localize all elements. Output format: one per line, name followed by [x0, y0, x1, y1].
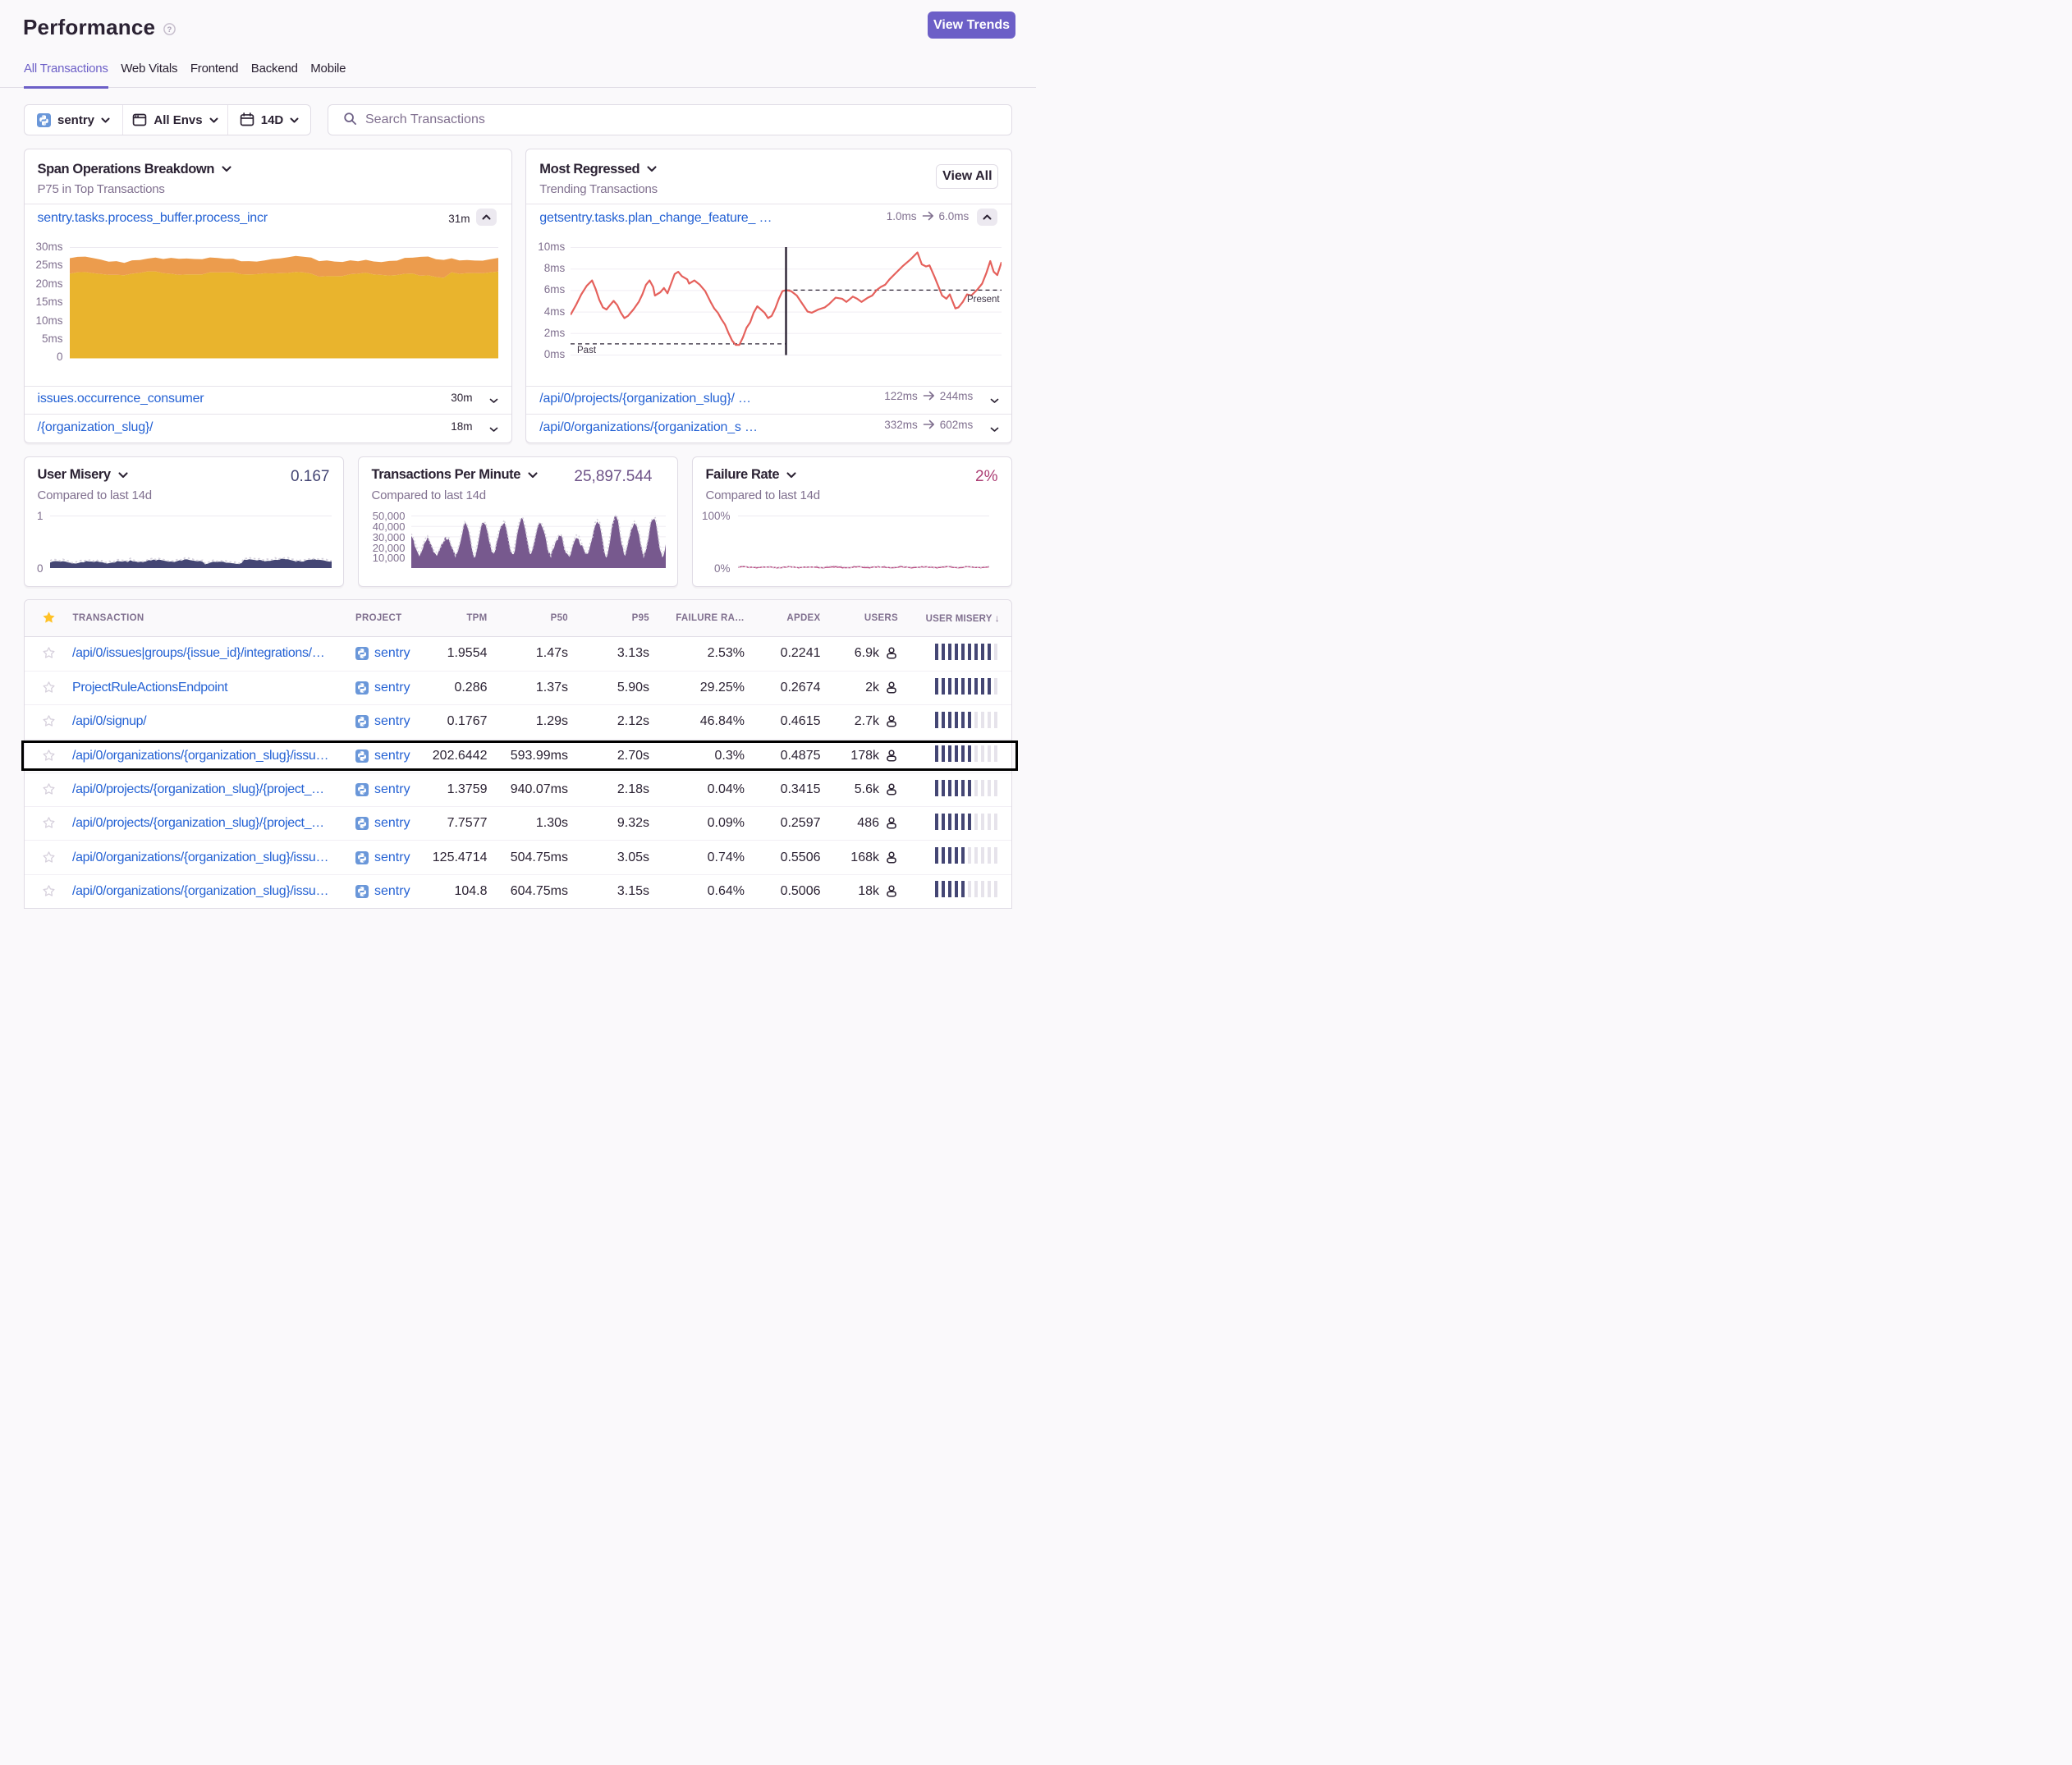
svg-text:Past: Past — [577, 346, 597, 355]
svg-text:Present: Present — [967, 295, 1000, 305]
